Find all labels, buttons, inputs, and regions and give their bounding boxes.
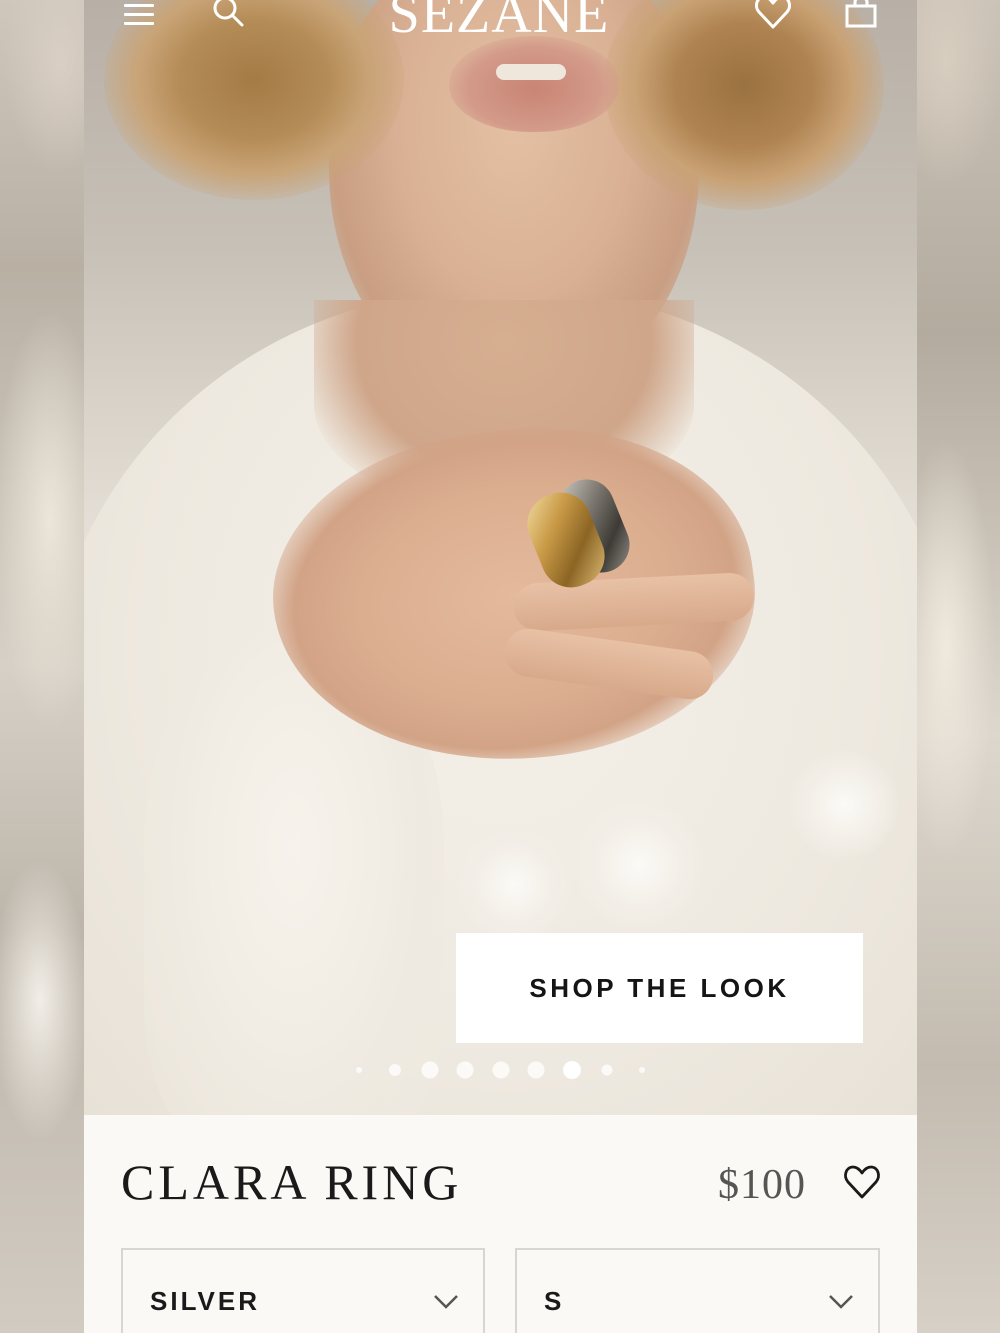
product-hero-image[interactable]: SEZANE SHOP THE LOOK	[84, 0, 917, 1115]
menu-icon[interactable]	[124, 4, 156, 25]
teeth-illustration	[496, 64, 566, 80]
bag-icon[interactable]	[844, 0, 878, 30]
add-to-wishlist-heart-icon[interactable]	[842, 1163, 882, 1201]
product-price: $100	[718, 1162, 806, 1208]
product-info-panel: CLARA RING $100 SILVER S	[84, 1115, 917, 1333]
size-select-value: S	[544, 1286, 565, 1316]
carousel-dots	[84, 1060, 917, 1080]
embroidered-flower	[454, 830, 574, 940]
embroidered-flower	[574, 800, 704, 930]
carousel-dot[interactable]	[639, 1067, 645, 1073]
carousel-dot[interactable]	[492, 1061, 510, 1079]
blurred-backdrop-right	[916, 0, 1000, 1333]
blurred-backdrop-left	[0, 0, 84, 1333]
color-select[interactable]: SILVER	[121, 1248, 485, 1333]
search-icon[interactable]	[210, 0, 246, 30]
chevron-down-icon	[829, 1295, 853, 1309]
chevron-down-icon	[434, 1295, 458, 1309]
shop-the-look-button[interactable]: SHOP THE LOOK	[456, 933, 863, 1043]
color-select-value: SILVER	[150, 1286, 260, 1316]
brand-logo[interactable]: SEZANE	[384, 0, 614, 46]
embroidered-flower	[789, 750, 899, 860]
wishlist-heart-icon[interactable]	[754, 0, 792, 30]
mobile-viewport: SEZANE SHOP THE LOOK CLARA RING $100 SIL…	[84, 0, 917, 1333]
carousel-dot[interactable]	[601, 1064, 613, 1076]
top-navigation-bar: SEZANE	[84, 0, 917, 60]
carousel-dot-active[interactable]	[563, 1061, 581, 1079]
product-title: CLARA RING	[121, 1154, 463, 1210]
carousel-dot[interactable]	[421, 1061, 439, 1079]
carousel-dot[interactable]	[389, 1064, 401, 1076]
carousel-dot[interactable]	[456, 1061, 474, 1079]
carousel-dot[interactable]	[527, 1061, 545, 1079]
carousel-dot[interactable]	[356, 1067, 362, 1073]
size-select[interactable]: S	[515, 1248, 880, 1333]
